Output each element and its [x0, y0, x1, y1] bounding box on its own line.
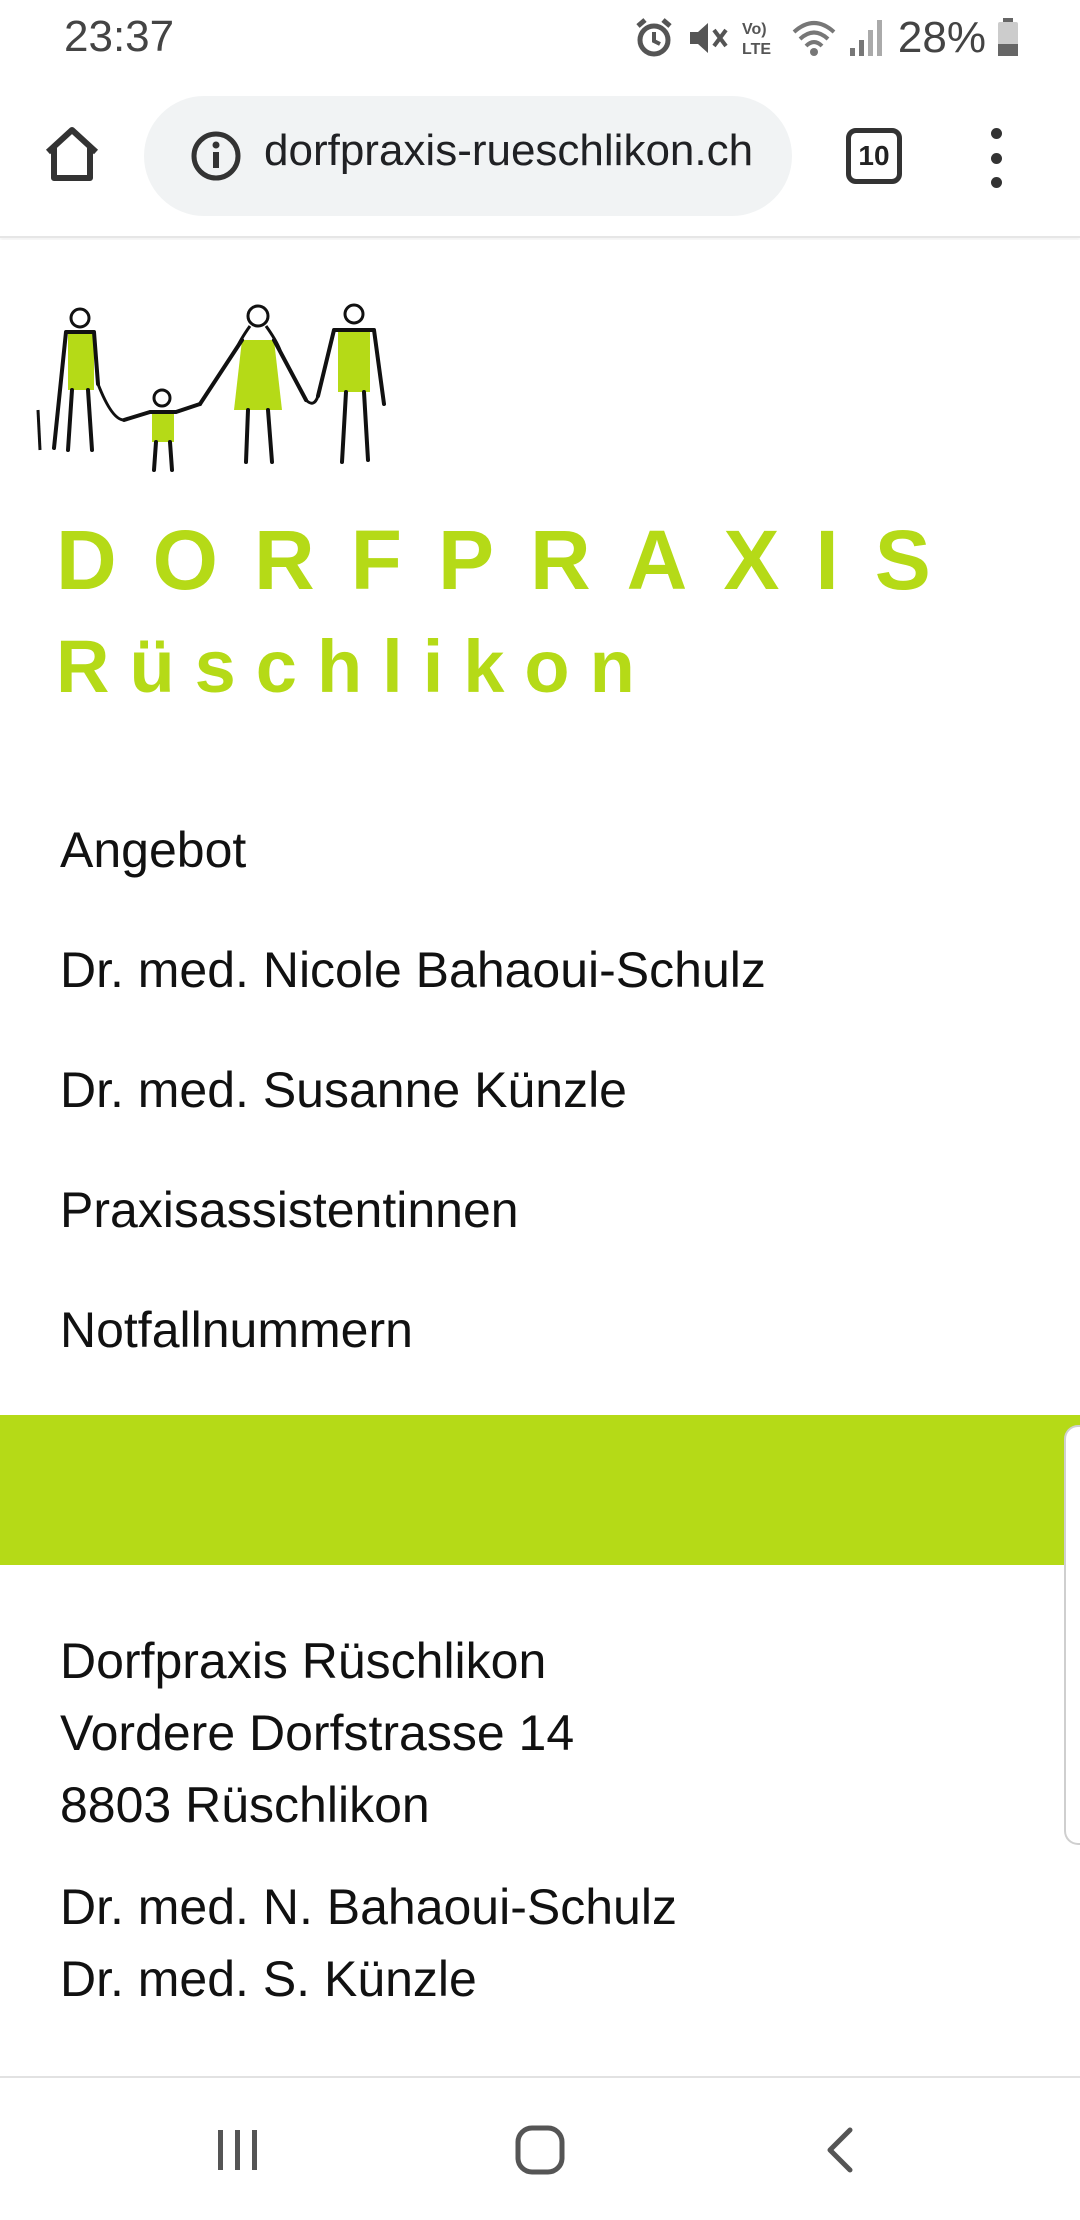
battery-percent: 28%	[897, 13, 986, 62]
status-icons: Vo) LTE 28%	[632, 10, 1020, 66]
signal-icon	[848, 16, 884, 60]
info-icon[interactable]	[190, 130, 242, 182]
page-content: DORFPRAXIS Rüschlikon Angebot Dr. med. N…	[0, 240, 1080, 2075]
recents-button[interactable]	[206, 2118, 270, 2182]
address-bar[interactable]: dorfpraxis-rueschlikon.ch	[144, 96, 792, 216]
family-logo-icon[interactable]	[28, 300, 448, 500]
more-vert-icon	[990, 128, 1002, 139]
status-bar: 23:37 Vo) LTE 28%	[0, 0, 1080, 76]
svg-text:Vo): Vo)	[742, 21, 767, 38]
svg-text:LTE: LTE	[742, 41, 771, 58]
browser-toolbar: dorfpraxis-rueschlikon.ch 10	[0, 76, 1080, 238]
scroll-indicator[interactable]	[1064, 1425, 1080, 1845]
back-icon	[827, 2127, 853, 2173]
brand-title[interactable]: DORFPRAXIS	[56, 512, 967, 609]
nav-item-notfallnummern[interactable]: Notfallnummern	[60, 1270, 766, 1390]
system-navigation-bar	[0, 2076, 1080, 2220]
tabs-button[interactable]: 10	[846, 128, 902, 184]
battery-icon	[996, 16, 1020, 60]
home-circle-icon	[515, 2125, 565, 2175]
nav-item-nicole-bahaoui-schulz[interactable]: Dr. med. Nicole Bahaoui-Schulz	[60, 910, 766, 1030]
brand-subtitle[interactable]: Rüschlikon	[56, 624, 655, 709]
footer-contact: Dorfpraxis Rüschlikon Vordere Dorfstrass…	[60, 1625, 677, 2015]
url-text[interactable]: dorfpraxis-rueschlikon.ch	[264, 126, 784, 176]
more-menu-button[interactable]	[970, 128, 1022, 188]
home-button[interactable]	[36, 118, 108, 190]
address-name: Dorfpraxis Rüschlikon	[60, 1633, 547, 1689]
tab-count: 10	[858, 140, 890, 171]
mute-icon	[686, 16, 730, 60]
nav-item-praxisassistentinnen[interactable]: Praxisassistentinnen	[60, 1150, 766, 1270]
address-street: Vordere Dorfstrasse 14	[60, 1705, 575, 1761]
nav-item-susanne-kuenzle[interactable]: Dr. med. Susanne Künzle	[60, 1030, 766, 1150]
main-navigation: Angebot Dr. med. Nicole Bahaoui-Schulz D…	[60, 790, 766, 1390]
wifi-icon	[790, 16, 838, 60]
footer-doctor: Dr. med. S. Künzle	[60, 1951, 477, 2007]
nav-item-angebot[interactable]: Angebot	[60, 790, 766, 910]
back-button[interactable]	[810, 2118, 874, 2182]
home-icon	[45, 127, 99, 181]
recents-icon	[218, 2130, 257, 2170]
accent-band	[0, 1415, 1080, 1565]
address-city: 8803 Rüschlikon	[60, 1777, 430, 1833]
status-time: 23:37	[64, 12, 175, 61]
volte-icon: Vo) LTE	[740, 16, 780, 60]
footer-doctor: Dr. med. N. Bahaoui-Schulz	[60, 1879, 677, 1935]
alarm-icon	[632, 16, 676, 60]
home-nav-button[interactable]	[508, 2118, 572, 2182]
